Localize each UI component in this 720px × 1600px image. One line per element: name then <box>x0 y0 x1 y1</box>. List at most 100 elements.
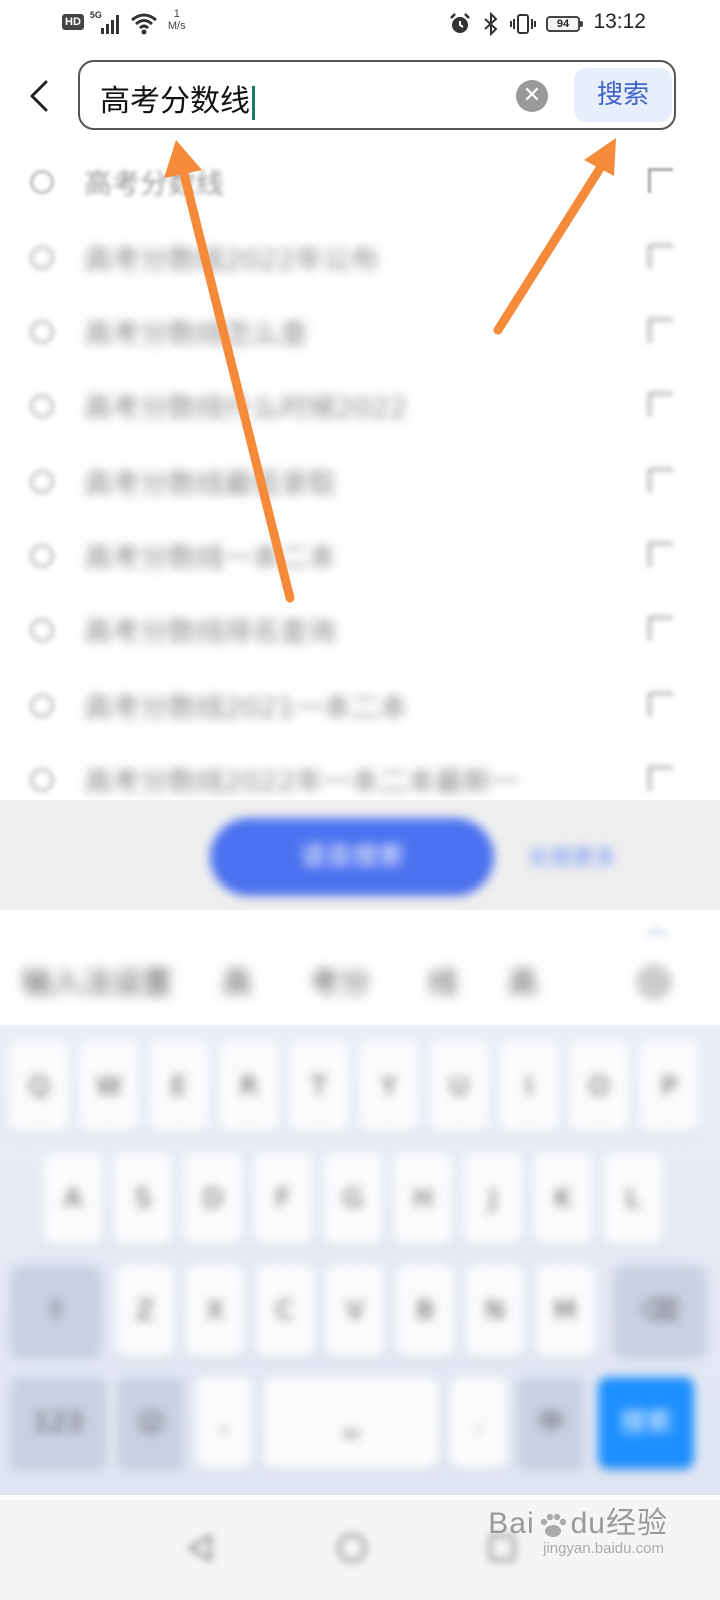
search-icon <box>30 618 54 642</box>
bluetooth-icon <box>484 12 498 36</box>
key-o[interactable]: O <box>570 1041 628 1133</box>
hd-badge: HD <box>62 14 84 30</box>
candidate-word[interactable]: 高 <box>222 958 252 1002</box>
more-candidates-icon[interactable] <box>636 964 672 1000</box>
key-a[interactable]: A <box>44 1153 102 1245</box>
search-icon <box>30 246 54 270</box>
watermark-brand-b: du <box>570 1507 606 1540</box>
collapse-keyboard-icon[interactable]: ︿ <box>646 910 668 942</box>
watermark-brand-a: Bai <box>488 1507 535 1540</box>
list-item[interactable]: 高考分数线怎么查 <box>0 296 720 372</box>
key-i[interactable]: I <box>500 1041 558 1133</box>
home-circle-icon[interactable] <box>334 1530 370 1566</box>
wifi-icon <box>130 13 157 35</box>
key-j[interactable]: J <box>464 1153 522 1245</box>
list-item[interactable]: 高考分数线 <box>0 146 720 222</box>
key-y[interactable]: Y <box>360 1041 418 1133</box>
suggestion-text: 高考分数线 <box>84 167 225 200</box>
key-d[interactable]: D <box>184 1153 242 1245</box>
space-icon: ␣ <box>342 1408 360 1438</box>
key-s[interactable]: S <box>114 1153 172 1245</box>
back-button[interactable] <box>22 76 58 116</box>
fill-arrow-icon[interactable] <box>648 392 673 417</box>
key-t[interactable]: T <box>290 1041 348 1133</box>
key-h[interactable]: H <box>394 1153 452 1245</box>
keyboard: Q W E R T Y U I O P A S D F G H J K L ⇧ … <box>0 1025 720 1495</box>
fill-arrow-icon[interactable] <box>648 468 673 493</box>
language-key[interactable]: 中 <box>518 1377 584 1469</box>
suggestion-list: 高考分数线 高考分数线2022年公布 高考分数线怎么查 高考分数线什么时候202… <box>0 140 720 800</box>
speed-unit: M/s <box>167 20 186 32</box>
keyboard-hint-link[interactable]: 长按更多 <box>528 840 616 872</box>
list-item[interactable]: 高考分数线最低录取 <box>0 446 720 522</box>
fill-arrow-icon[interactable] <box>648 766 673 791</box>
emoji-key[interactable]: ☺ <box>118 1377 184 1469</box>
fill-arrow-icon[interactable] <box>648 168 673 193</box>
key-f[interactable]: F <box>254 1153 312 1245</box>
list-item[interactable]: 高考分数线一本二本 <box>0 520 720 596</box>
baidu-watermark-logo: Bai du经验 <box>488 1498 668 1542</box>
key-g[interactable]: G <box>324 1153 382 1245</box>
fill-arrow-icon[interactable] <box>648 692 673 717</box>
key-m[interactable]: M <box>536 1265 594 1357</box>
list-item[interactable]: 高考分数线什么时候2022 <box>0 370 720 446</box>
list-item[interactable]: 高考分数线2022年公布 <box>0 222 720 298</box>
key-z[interactable]: Z <box>116 1265 174 1357</box>
suggestion-text: 高考分数线最低录取 <box>84 467 337 500</box>
key-x[interactable]: X <box>186 1265 244 1357</box>
key-w[interactable]: W <box>80 1041 138 1133</box>
back-triangle-icon[interactable] <box>182 1530 218 1566</box>
search-box[interactable]: 高考分数线 ✕ 搜索 <box>78 60 676 130</box>
cellular-signal-icon: 5G <box>90 8 124 36</box>
status-left: HD 5G 1 M/s <box>62 8 186 36</box>
suggestion-text: 高考分数线排名查询 <box>84 615 337 648</box>
key-u[interactable]: U <box>430 1041 488 1133</box>
search-icon <box>30 470 54 494</box>
suggestion-text: 高考分数线2022年一本二本最新一 <box>84 765 520 798</box>
space-key[interactable]: ␣ <box>264 1377 438 1469</box>
numbers-key[interactable]: 123 <box>10 1377 106 1469</box>
candidate-word[interactable]: 考分 <box>310 958 370 1002</box>
suggestion-text: 高考分数线2022年公布 <box>84 243 380 276</box>
fill-arrow-icon[interactable] <box>648 244 673 269</box>
candidate-word[interactable]: 高 <box>508 958 538 1002</box>
list-item[interactable]: 高考分数线排名查询 <box>0 594 720 670</box>
clear-input-button[interactable]: ✕ <box>516 80 548 112</box>
search-input[interactable]: 高考分数线 <box>100 76 255 120</box>
search-icon <box>30 544 54 568</box>
search-button[interactable]: 搜索 <box>574 68 672 122</box>
comma-key[interactable]: , <box>196 1377 252 1469</box>
watermark-brand-c: 经验 <box>606 1507 668 1540</box>
back-arrow-icon <box>30 80 48 112</box>
backspace-key[interactable]: ⌫ <box>614 1265 706 1357</box>
suggestion-text: 高考分数线什么时候2022 <box>84 391 408 424</box>
watermark-url: jingyan.baidu.com <box>543 1540 664 1557</box>
suggestion-text: 高考分数线怎么查 <box>84 317 309 350</box>
keyboard-search-key[interactable]: 搜索 <box>598 1377 694 1469</box>
fill-arrow-icon[interactable] <box>648 542 673 567</box>
key-v[interactable]: V <box>326 1265 384 1357</box>
key-n[interactable]: N <box>466 1265 524 1357</box>
key-l[interactable]: L <box>604 1153 662 1245</box>
key-c[interactable]: C <box>256 1265 314 1357</box>
key-r[interactable]: R <box>220 1041 278 1133</box>
fill-arrow-icon[interactable] <box>648 318 673 343</box>
period-key[interactable]: . <box>450 1377 506 1469</box>
alarm-icon <box>450 13 470 33</box>
fill-arrow-icon[interactable] <box>648 616 673 641</box>
key-k[interactable]: K <box>534 1153 592 1245</box>
list-item[interactable]: 高考分数线2021一本二本 <box>0 670 720 746</box>
candidate-word[interactable]: 线 <box>428 958 458 1002</box>
emoji-icon: ☺ <box>137 1408 165 1438</box>
key-p[interactable]: P <box>640 1041 698 1133</box>
key-q[interactable]: Q <box>10 1041 68 1133</box>
search-icon <box>30 768 54 792</box>
voice-search-button[interactable]: 语音搜索 <box>210 818 494 896</box>
search-icon <box>30 694 54 718</box>
key-e[interactable]: E <box>150 1041 208 1133</box>
shift-icon: ⇧ <box>45 1296 67 1326</box>
search-icon <box>30 320 54 344</box>
candidate-word[interactable]: 输入法设置 <box>22 958 172 1002</box>
shift-key[interactable]: ⇧ <box>10 1265 102 1357</box>
key-b[interactable]: B <box>396 1265 454 1357</box>
